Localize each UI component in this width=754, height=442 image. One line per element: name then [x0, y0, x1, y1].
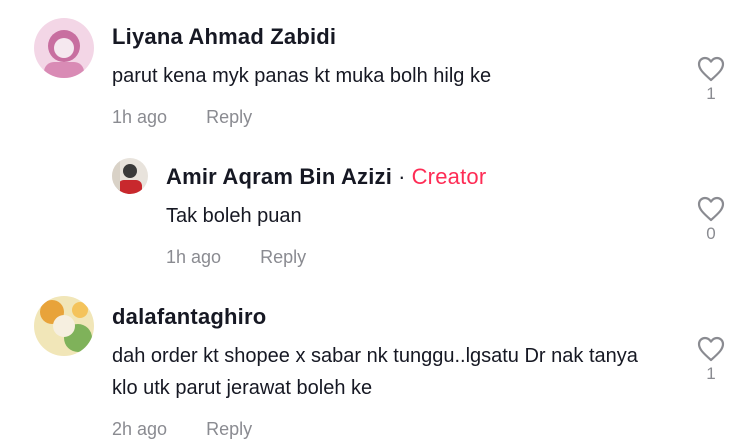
comment-text: Tak boleh puan — [166, 205, 302, 227]
like-button[interactable]: 1 — [694, 336, 728, 384]
comment-text: parut kena myk panas kt muka bolh hilg k… — [112, 65, 492, 87]
like-count: 1 — [706, 84, 716, 103]
avatar[interactable] — [34, 296, 94, 356]
comment-meta: 1h ago Reply — [112, 107, 252, 128]
reply-button[interactable]: Reply — [206, 419, 252, 439]
like-count: 0 — [706, 224, 716, 243]
reply-button[interactable]: Reply — [206, 107, 252, 127]
like-button[interactable]: 0 — [694, 196, 728, 244]
comment-time: 1h ago — [166, 247, 222, 267]
reply-button[interactable]: Reply — [260, 247, 306, 267]
comment-username[interactable]: dalafantaghiro — [112, 304, 266, 330]
reply-item: Amir Aqram Bin Azizi · Creator Tak boleh p… — [0, 140, 754, 280]
comment-time: 2h ago — [112, 419, 168, 439]
avatar[interactable] — [34, 18, 94, 78]
like-count: 1 — [706, 364, 716, 383]
like-button[interactable]: 1 — [694, 56, 728, 104]
comment-username[interactable]: Liyana Ahmad Zabidi — [112, 24, 336, 50]
heart-icon — [697, 336, 725, 362]
separator-dot: · — [398, 164, 406, 189]
comment-meta: 2h ago Reply — [112, 419, 252, 440]
heart-icon — [697, 56, 725, 82]
username-text[interactable]: Amir Aqram Bin Azizi — [166, 164, 392, 189]
comment-username[interactable]: Amir Aqram Bin Azizi · Creator — [166, 164, 486, 190]
comment-item: dalafantaghiro dah order kt shopee x sab… — [0, 280, 754, 442]
comment-item: Liyana Ahmad Zabidi parut kena myk panas… — [0, 0, 754, 140]
comment-text: dah order kt shopee x sabar nk tunggu..l… — [112, 345, 638, 399]
comment-meta: 1h ago Reply — [166, 247, 306, 268]
creator-badge: Creator — [411, 164, 487, 189]
avatar[interactable] — [112, 158, 148, 194]
comment-time: 1h ago — [112, 107, 168, 127]
heart-icon — [697, 196, 725, 222]
